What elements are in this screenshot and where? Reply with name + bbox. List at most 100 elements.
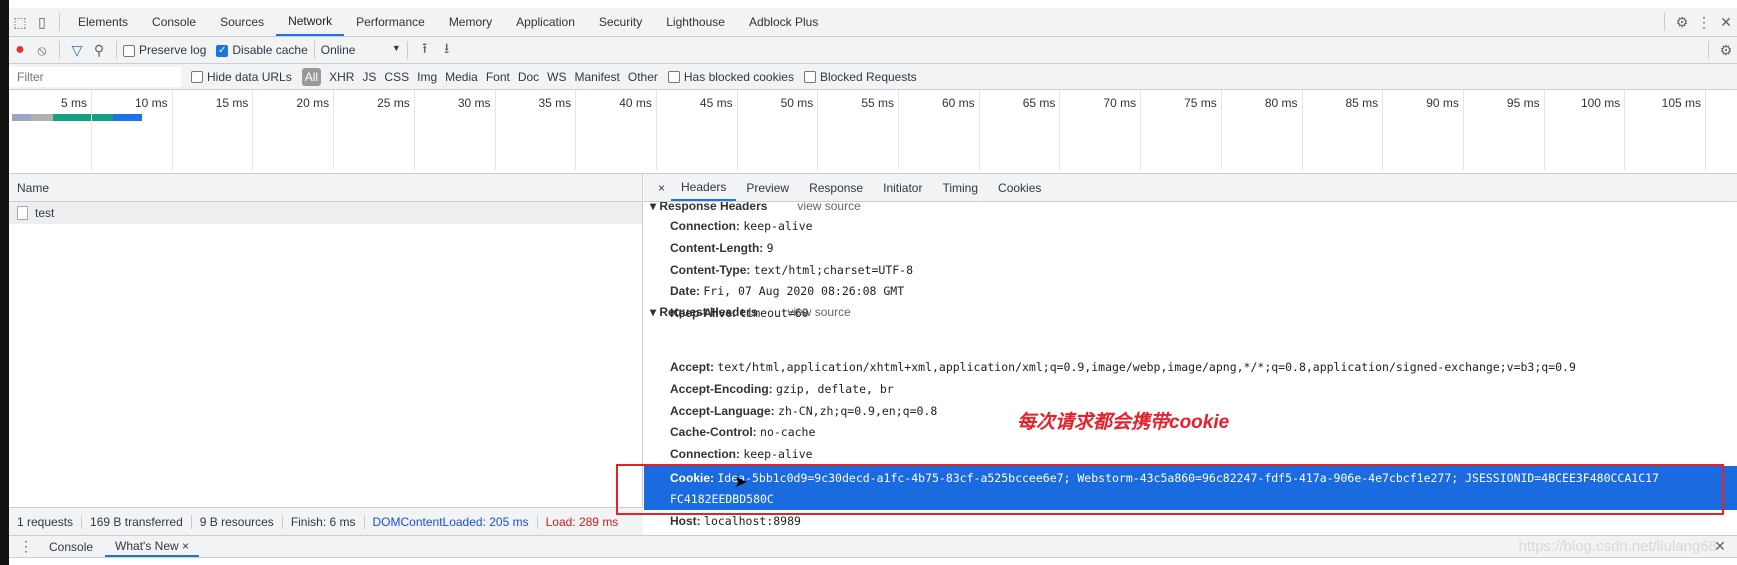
blocked-requests-checkbox[interactable]: Blocked Requests (803, 70, 917, 84)
name-column-header[interactable]: Name (9, 174, 642, 202)
header-row: Connection: keep-alive (670, 219, 813, 233)
header-value: zh-CN,zh;q=0.9,en;q=0.8 (778, 403, 938, 418)
header-value: text/html;charset=UTF-8 (753, 262, 914, 277)
filter-type-js[interactable]: JS (362, 70, 376, 84)
filter-type-all[interactable]: All (301, 67, 322, 86)
filter-funnel-icon[interactable]: ▽ (66, 39, 88, 61)
header-row: Date: Fri, 07 Aug 2020 08:26:08 GMT (670, 284, 904, 298)
network-overview-timeline[interactable]: 5 ms 10 ms 15 ms 20 ms 25 ms 30 ms 35 ms 40 ms 4… (9, 90, 1737, 174)
header-row: Accept-Language: zh-CN,zh;q=0.9,en;q=0.8 (670, 404, 937, 418)
header-row: Accept: text/html,application/xhtml+xml,… (670, 360, 1576, 374)
close-devtools-icon[interactable]: ✕ (1715, 11, 1737, 33)
request-row[interactable]: test (9, 202, 642, 224)
divider (1708, 41, 1709, 59)
checkbox-unchecked[interactable] (123, 44, 135, 57)
hide-data-urls-checkbox[interactable]: Hide data URLs (191, 70, 292, 84)
checkbox-unchecked[interactable] (191, 71, 203, 84)
timeline-gridline (1301, 90, 1303, 170)
tab-sources[interactable]: Sources (208, 8, 276, 36)
timeline-tick-label: 85 ms (1345, 96, 1379, 110)
import-har-icon[interactable]: ⭱ (414, 39, 436, 61)
tab-console[interactable]: Console (140, 8, 208, 36)
request-headers-section[interactable]: ▾ Request Headers view source (650, 305, 851, 319)
timeline-tick-label: 25 ms (377, 96, 410, 110)
drawer-tab-whats-new[interactable]: What's New × (105, 536, 200, 557)
timeline-tick-label: 75 ms (1184, 96, 1217, 110)
details-tab-preview[interactable]: Preview (736, 174, 799, 201)
timeline-gridline (1543, 90, 1545, 170)
close-tab-icon[interactable]: × (182, 539, 189, 553)
checkbox-unchecked[interactable] (803, 71, 816, 84)
filter-input[interactable] (9, 66, 181, 87)
view-source-link[interactable]: view source (797, 202, 860, 213)
header-row: Content-Length: 9 (670, 241, 774, 255)
details-tab-timing[interactable]: Timing (932, 174, 988, 201)
checkbox-checked[interactable]: ✓ (216, 44, 229, 57)
filter-type-css[interactable]: CSS (384, 70, 409, 84)
header-row: Cache-Control: no-cache (670, 425, 815, 439)
timeline-gridline (978, 90, 980, 170)
filter-type-other[interactable]: Other (628, 70, 658, 84)
filter-type-doc[interactable]: Doc (518, 70, 539, 84)
search-icon[interactable]: ⚲ (88, 39, 110, 61)
dom-content-loaded-time: DOMContentLoaded: 205 ms (365, 514, 538, 529)
disable-cache-label: Disable cache (232, 43, 308, 57)
tab-lighthouse[interactable]: Lighthouse (654, 8, 737, 36)
tab-performance[interactable]: Performance (344, 8, 437, 36)
response-headers-section[interactable]: ▾ Response Headers view source (650, 202, 861, 214)
filter-type-xhr[interactable]: XHR (329, 70, 354, 84)
resources-size: 9 B resources (192, 514, 283, 529)
disable-cache-checkbox[interactable]: ✓ Disable cache (216, 43, 308, 57)
details-tab-response[interactable]: Response (799, 174, 873, 201)
details-tab-initiator[interactable]: Initiator (873, 174, 932, 201)
resource-type-filters: All XHR JS CSS Img Media Font Doc WS Manifest Othe… (301, 67, 658, 86)
filter-type-font[interactable]: Font (486, 70, 510, 84)
header-key: Connection: (670, 447, 740, 462)
settings-gear-icon[interactable]: ⚙ (1671, 11, 1693, 33)
divider (313, 41, 315, 59)
has-blocked-cookies-checkbox[interactable]: Has blocked cookies (667, 70, 794, 84)
tab-application[interactable]: Application (504, 8, 587, 36)
header-row-host: Host: localhost:8989 (670, 514, 801, 528)
filter-type-manifest[interactable]: Manifest (575, 70, 620, 84)
drawer-menu-icon[interactable]: ⋮ (15, 536, 37, 558)
filter-type-ws[interactable]: WS (547, 70, 566, 84)
timeline-gridline (1382, 90, 1384, 170)
clear-icon[interactable]: ⦸ (31, 39, 53, 61)
filter-type-media[interactable]: Media (445, 70, 478, 84)
tab-memory[interactable]: Memory (437, 8, 504, 36)
checkbox-unchecked[interactable] (667, 71, 680, 84)
header-key: Date: (670, 284, 701, 299)
divider (406, 41, 408, 59)
filter-bar: Hide data URLs All XHR JS CSS Img Media Font Do… (9, 64, 1737, 90)
export-har-icon[interactable]: ⭳ (436, 39, 458, 61)
preserve-log-checkbox[interactable]: Preserve log (123, 43, 206, 57)
view-source-link[interactable]: view source (787, 305, 850, 319)
status-bar: 1 requests 169 B transferred 9 B resourc… (9, 507, 643, 535)
timeline-gridline (1059, 90, 1061, 170)
tab-elements[interactable]: Elements (66, 8, 140, 36)
details-tab-headers[interactable]: Headers (671, 174, 737, 201)
network-settings-gear-icon[interactable]: ⚙ (1715, 39, 1737, 61)
timeline-gridline (252, 90, 254, 170)
device-toolbar-icon[interactable]: ▯ (31, 11, 53, 33)
details-tab-cookies[interactable]: Cookies (988, 174, 1051, 201)
record-icon[interactable]: ● (9, 39, 31, 61)
name-header-label: Name (17, 180, 50, 195)
hide-data-urls-label: Hide data URLs (207, 69, 292, 84)
header-row: Connection: keep-alive (670, 447, 813, 461)
inspect-element-icon[interactable]: ⬚ (9, 11, 31, 33)
throttling-select[interactable]: Online ▼ (321, 43, 401, 57)
timeline-tick-label: 30 ms (457, 96, 491, 110)
more-options-icon[interactable]: ⋮ (1693, 11, 1715, 33)
header-key: Accept-Language: (670, 403, 775, 418)
close-details-icon[interactable]: × (652, 174, 671, 201)
network-toolbar: ● ⦸ ▽ ⚲ Preserve log ✓ Disable cache Onli… (9, 37, 1737, 64)
tab-adblock-plus[interactable]: Adblock Plus (737, 8, 830, 36)
filter-type-img[interactable]: Img (417, 70, 437, 84)
drawer-tab-console[interactable]: Console (37, 536, 105, 557)
tab-network[interactable]: Network (276, 8, 345, 36)
header-value: 9 (766, 240, 774, 255)
tab-security[interactable]: Security (587, 8, 654, 36)
header-key: Connection: (670, 219, 740, 233)
